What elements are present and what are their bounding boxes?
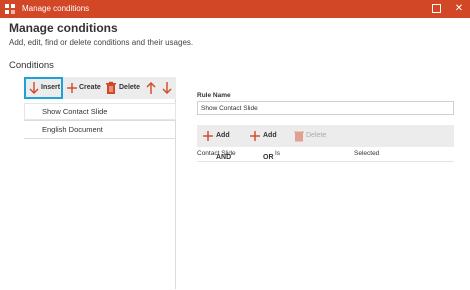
plus-icon bbox=[250, 131, 260, 141]
add-and-label: Add AND bbox=[216, 132, 232, 161]
add-or-button[interactable]: Add OR bbox=[249, 125, 289, 161]
page-title: Manage conditions bbox=[9, 21, 118, 35]
insert-button[interactable]: Insert bbox=[24, 77, 63, 99]
condition-operator: Is bbox=[275, 150, 281, 157]
app-icon bbox=[5, 4, 15, 14]
delete-button[interactable]: Delete bbox=[105, 77, 142, 99]
move-up-button[interactable] bbox=[145, 77, 158, 99]
arrow-down-icon bbox=[162, 82, 172, 94]
arrow-up-icon bbox=[146, 82, 156, 94]
delete-rule-label: Delete bbox=[306, 132, 327, 139]
delete-label: Delete bbox=[119, 84, 141, 91]
list-item[interactable]: Show Contact Slide bbox=[24, 103, 176, 121]
create-button[interactable]: Create bbox=[66, 77, 102, 99]
conditions-toolbar: Insert Create Delete bbox=[24, 77, 176, 99]
conditions-panel: Insert Create Delete Show Contact Slide … bbox=[24, 77, 176, 289]
list-item-label: English Document bbox=[42, 125, 103, 134]
plus-icon bbox=[203, 131, 213, 141]
condition-row[interactable]: Contact Slide Is Selected bbox=[197, 150, 454, 162]
close-button[interactable]: ✕ bbox=[452, 2, 466, 16]
create-label: Create bbox=[79, 84, 101, 91]
add-or-label: Add OR bbox=[263, 132, 277, 161]
add-and-button[interactable]: Add AND bbox=[202, 125, 246, 161]
window-title: Manage conditions bbox=[22, 4, 90, 13]
insert-label: Insert bbox=[41, 84, 61, 91]
maximize-button[interactable] bbox=[432, 4, 441, 13]
trash-icon bbox=[106, 81, 116, 94]
arrow-down-icon bbox=[29, 82, 39, 94]
conditions-section-title: Conditions bbox=[9, 60, 54, 71]
move-down-button[interactable] bbox=[161, 77, 174, 99]
list-item-label: Show Contact Slide bbox=[42, 107, 108, 116]
title-bar: Manage conditions ✕ bbox=[0, 0, 470, 18]
condition-value: Selected bbox=[354, 150, 380, 157]
condition-field: Contact Slide bbox=[197, 150, 236, 157]
list-item[interactable]: English Document bbox=[24, 121, 176, 139]
rule-name-label: Rule Name bbox=[197, 92, 231, 99]
rule-name-field[interactable] bbox=[197, 101, 454, 115]
plus-icon bbox=[67, 83, 77, 93]
trash-icon bbox=[294, 131, 304, 142]
conditions-list: Show Contact Slide English Document bbox=[24, 103, 176, 139]
delete-rule-button[interactable]: Delete bbox=[293, 125, 327, 147]
rule-toolbar: Add AND Add OR Delete bbox=[197, 125, 454, 161]
page-subtitle: Add, edit, find or delete conditions and… bbox=[9, 38, 194, 47]
